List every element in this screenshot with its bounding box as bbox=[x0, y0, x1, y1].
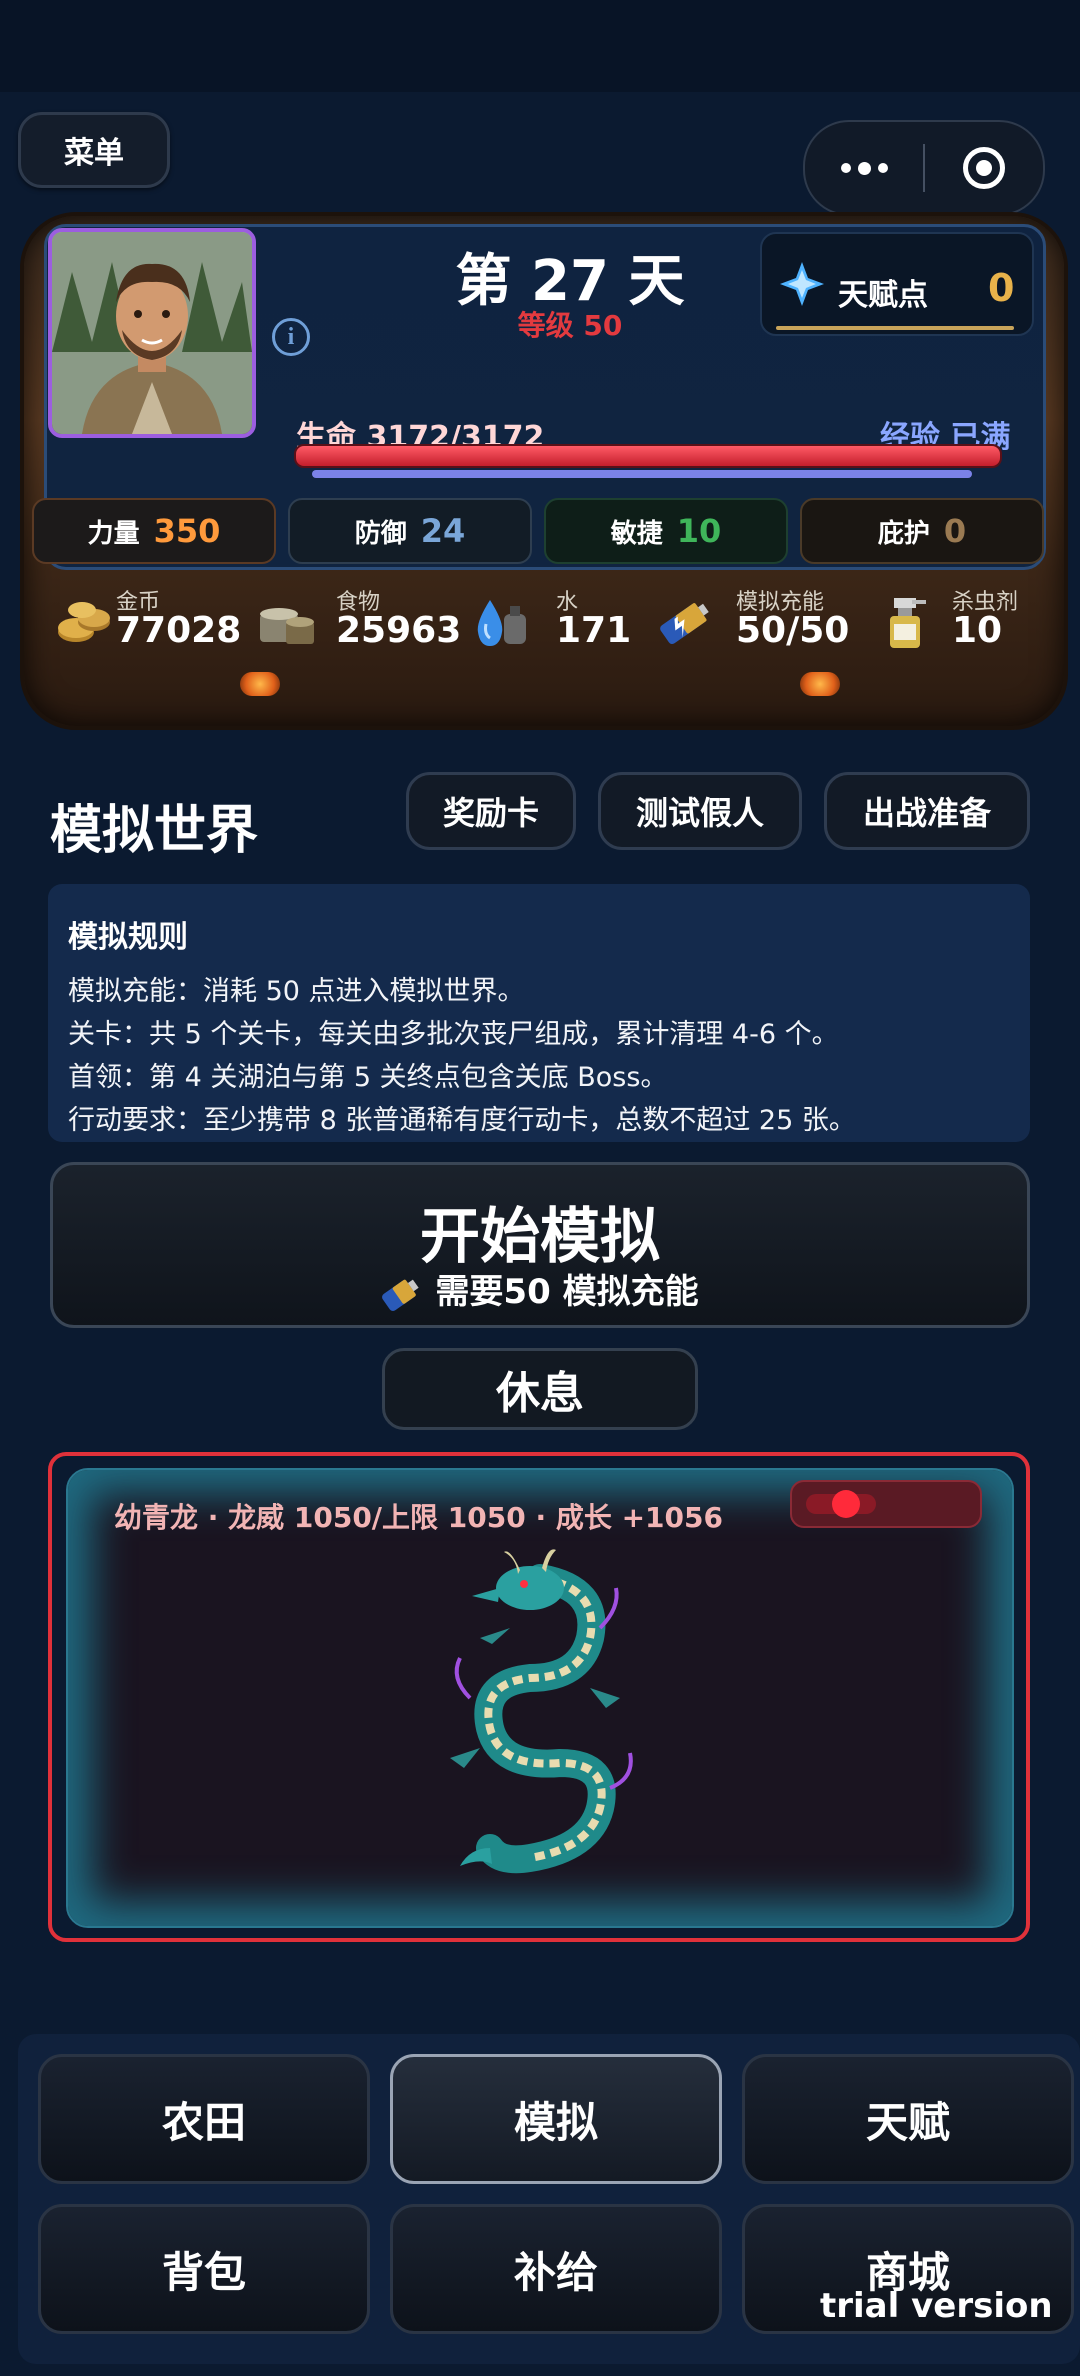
battery-icon bbox=[660, 603, 709, 645]
mini-program-capsule bbox=[803, 120, 1045, 216]
close-app-button[interactable] bbox=[925, 122, 1043, 214]
hp-bar bbox=[294, 444, 1002, 468]
stat-value: 10 bbox=[676, 512, 722, 550]
water-drop-icon bbox=[477, 600, 526, 646]
stat-label: 庇护 bbox=[877, 518, 930, 549]
reward-card-button[interactable]: 奖励卡 bbox=[406, 772, 576, 850]
resource-food: 食物 25963 bbox=[256, 584, 461, 654]
rest-button[interactable]: 休息 bbox=[382, 1348, 698, 1430]
stat-value: 350 bbox=[153, 512, 221, 550]
stat-strength: 力量 350 bbox=[32, 498, 276, 564]
resource-value: 171 bbox=[556, 610, 632, 651]
panel-lamp-left bbox=[240, 672, 280, 696]
nav-talent[interactable]: 天赋 bbox=[742, 2054, 1074, 2184]
nav-farm[interactable]: 农田 bbox=[38, 2054, 370, 2184]
close-target-icon bbox=[963, 147, 1005, 189]
nav-backpack[interactable]: 背包 bbox=[38, 2204, 370, 2334]
talent-underline bbox=[776, 326, 1014, 330]
more-options-button[interactable] bbox=[805, 122, 923, 214]
coins-icon bbox=[58, 602, 110, 642]
rule-line: 行动要求：至少携带 8 张普通稀有度行动卡，总数不超过 25 张。 bbox=[68, 1105, 856, 1136]
resource-gold: 金币 77028 bbox=[56, 584, 241, 654]
exp-bar bbox=[312, 470, 972, 478]
talent-points-label: 天赋点 bbox=[838, 278, 928, 313]
toggle-knob bbox=[832, 1490, 860, 1518]
azure-dragon-icon bbox=[450, 1549, 633, 1874]
stat-defense: 防御 24 bbox=[288, 498, 532, 564]
rule-line: 首领：第 4 关湖泊与第 5 关终点包含关底 Boss。 bbox=[68, 1062, 668, 1093]
talent-points-value: 0 bbox=[988, 266, 1015, 310]
resource-value: 25963 bbox=[336, 610, 462, 651]
rules-panel: 模拟规则 模拟充能：消耗 50 点进入模拟世界。 关卡：共 5 个关卡，每关由多… bbox=[48, 884, 1030, 1142]
pet-toggle[interactable] bbox=[790, 1480, 982, 1528]
stat-value: 0 bbox=[943, 512, 967, 550]
rule-line: 模拟充能：消耗 50 点进入模拟世界。 bbox=[68, 976, 525, 1007]
resource-value: 10 bbox=[952, 610, 1003, 651]
nav-simulation[interactable]: 模拟 bbox=[390, 2054, 722, 2184]
start-cost-text: 需要50 模拟充能 bbox=[435, 1272, 699, 1312]
battle-prep-button[interactable]: 出战准备 bbox=[824, 772, 1030, 850]
survivor-portrait-icon bbox=[52, 232, 252, 434]
start-simulation-label: 开始模拟 bbox=[420, 1202, 660, 1272]
nav-supply[interactable]: 补给 bbox=[390, 2204, 722, 2334]
top-status-bar bbox=[0, 0, 1080, 92]
resource-value: 77028 bbox=[116, 610, 242, 651]
rules-title: 模拟规则 bbox=[68, 920, 188, 955]
food-can-icon bbox=[260, 608, 314, 644]
panel-lamp-right bbox=[800, 672, 840, 696]
trial-watermark: trial version bbox=[820, 2286, 1053, 2326]
resource-sim-energy: 模拟充能 50/50 bbox=[654, 584, 854, 654]
info-icon[interactable]: i bbox=[272, 318, 310, 356]
more-dots-icon bbox=[840, 161, 888, 175]
test-dummy-button[interactable]: 测试假人 bbox=[598, 772, 802, 850]
character-portrait[interactable] bbox=[48, 228, 256, 438]
resource-pesticide: 杀虫剂 10 bbox=[884, 584, 1060, 654]
talent-crystal-icon bbox=[780, 262, 824, 306]
rule-line: 关卡：共 5 个关卡，每关由多批次丧尸组成，累计清理 4-6 个。 bbox=[68, 1019, 839, 1050]
stat-agility: 敏捷 10 bbox=[544, 498, 788, 564]
level-label: 等级 50 bbox=[517, 309, 623, 342]
spray-icon bbox=[890, 598, 926, 648]
start-simulation-cost: 需要50 模拟充能 bbox=[50, 1264, 1030, 1313]
stat-value: 24 bbox=[420, 512, 466, 550]
stat-shelter: 庇护 0 bbox=[800, 498, 1044, 564]
stat-label: 防御 bbox=[354, 518, 407, 549]
section-title: 模拟世界 bbox=[50, 801, 259, 861]
resource-value: 50/50 bbox=[736, 610, 850, 651]
resource-water: 水 171 bbox=[472, 584, 631, 654]
pet-info: 幼青龙 · 龙威 1050/上限 1050 · 成长 +1056 bbox=[114, 1501, 723, 1534]
stat-label: 力量 bbox=[87, 518, 140, 549]
stat-label: 敏捷 bbox=[610, 518, 663, 549]
menu-button[interactable]: 菜单 bbox=[18, 112, 170, 188]
battery-icon bbox=[382, 1279, 420, 1311]
